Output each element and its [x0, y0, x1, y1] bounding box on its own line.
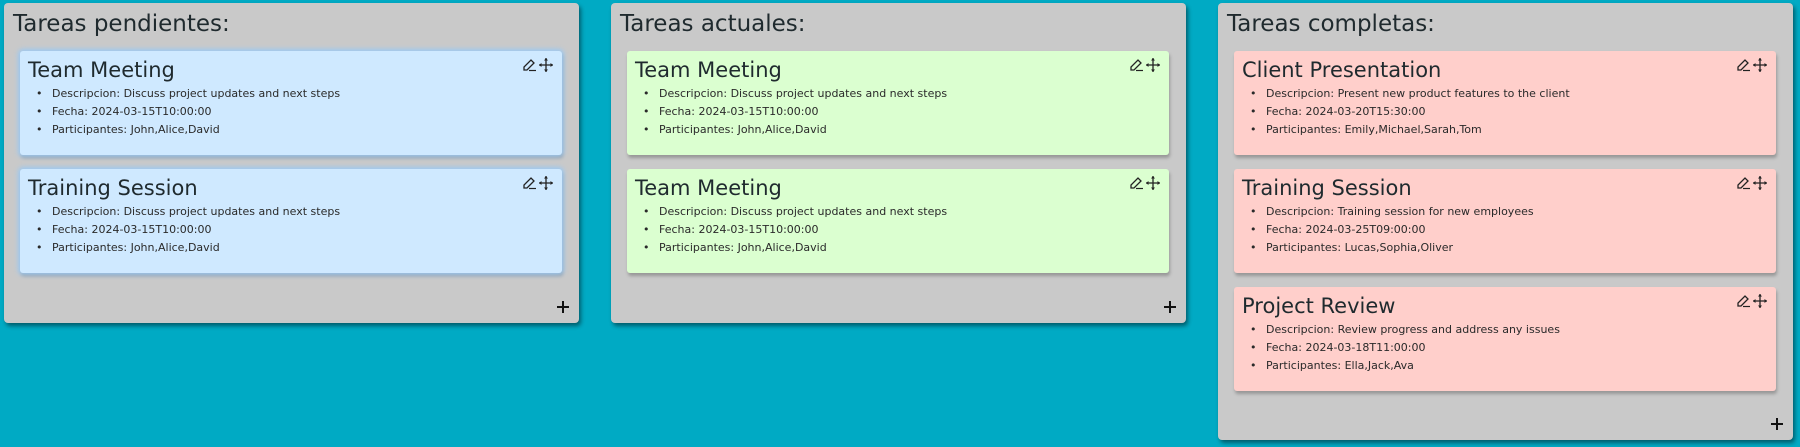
task-card[interactable]: Team Meeting Descripcion: Discuss projec… [627, 169, 1169, 273]
card-participants: Participantes: Ella,Jack,Ava [1250, 357, 1776, 375]
card-participants: Participantes: Lucas,Sophia,Oliver [1250, 239, 1776, 257]
add-task-button[interactable] [1162, 299, 1178, 315]
pencil-icon[interactable] [1735, 293, 1751, 309]
card-description: Descripcion: Training session for new em… [1250, 203, 1776, 221]
card-description: Descripcion: Discuss project updates and… [643, 203, 1169, 221]
card-date: Fecha: 2024-03-15T10:00:00 [36, 103, 562, 121]
pencil-icon[interactable] [521, 57, 537, 73]
card-title: Project Review [1242, 294, 1396, 318]
card-date: Fecha: 2024-03-18T11:00:00 [1250, 339, 1776, 357]
move-icon[interactable] [1752, 57, 1768, 73]
task-card[interactable]: Team Meeting Descripcion: Discuss projec… [20, 51, 562, 155]
card-date: Fecha: 2024-03-15T10:00:00 [643, 103, 1169, 121]
card-participants: Participantes: John,Alice,David [36, 239, 562, 257]
pencil-icon[interactable] [521, 175, 537, 191]
card-title: Client Presentation [1242, 58, 1442, 82]
column-actuales: Tareas actuales: Team Meeting Descripcio… [611, 3, 1186, 323]
card-description: Descripcion: Discuss project updates and… [643, 85, 1169, 103]
task-card[interactable]: Client Presentation Descripcion: Present… [1234, 51, 1776, 155]
card-date: Fecha: 2024-03-20T15:30:00 [1250, 103, 1776, 121]
card-title: Training Session [1242, 176, 1412, 200]
card-title: Team Meeting [28, 58, 175, 82]
card-participants: Participantes: John,Alice,David [36, 121, 562, 139]
column-pendientes: Tareas pendientes: Team Meeting Descripc… [4, 3, 579, 323]
move-icon[interactable] [1145, 175, 1161, 191]
card-participants: Participantes: John,Alice,David [643, 239, 1169, 257]
card-date: Fecha: 2024-03-15T10:00:00 [643, 221, 1169, 239]
task-card[interactable]: Team Meeting Descripcion: Discuss projec… [627, 51, 1169, 155]
card-title: Team Meeting [635, 176, 782, 200]
card-description: Descripcion: Present new product feature… [1250, 85, 1776, 103]
task-card[interactable]: Training Session Descripcion: Discuss pr… [20, 169, 562, 273]
column-title: Tareas completas: [1227, 11, 1435, 37]
card-title: Training Session [28, 176, 198, 200]
card-description: Descripcion: Review progress and address… [1250, 321, 1776, 339]
card-participants: Participantes: John,Alice,David [643, 121, 1169, 139]
card-description: Descripcion: Discuss project updates and… [36, 85, 562, 103]
card-date: Fecha: 2024-03-15T10:00:00 [36, 221, 562, 239]
move-icon[interactable] [1752, 293, 1768, 309]
pencil-icon[interactable] [1735, 57, 1751, 73]
add-task-button[interactable] [555, 299, 571, 315]
card-title: Team Meeting [635, 58, 782, 82]
column-title: Tareas actuales: [620, 11, 806, 37]
card-description: Descripcion: Discuss project updates and… [36, 203, 562, 221]
pencil-icon[interactable] [1735, 175, 1751, 191]
move-icon[interactable] [538, 175, 554, 191]
card-participants: Participantes: Emily,Michael,Sarah,Tom [1250, 121, 1776, 139]
pencil-icon[interactable] [1128, 175, 1144, 191]
move-icon[interactable] [538, 57, 554, 73]
pencil-icon[interactable] [1128, 57, 1144, 73]
column-title: Tareas pendientes: [13, 11, 230, 37]
task-card[interactable]: Project Review Descripcion: Review progr… [1234, 287, 1776, 391]
card-date: Fecha: 2024-03-25T09:00:00 [1250, 221, 1776, 239]
column-completas: Tareas completas: Client Presentation De… [1218, 3, 1793, 440]
add-task-button[interactable] [1769, 416, 1785, 432]
move-icon[interactable] [1145, 57, 1161, 73]
move-icon[interactable] [1752, 175, 1768, 191]
task-card[interactable]: Training Session Descripcion: Training s… [1234, 169, 1776, 273]
